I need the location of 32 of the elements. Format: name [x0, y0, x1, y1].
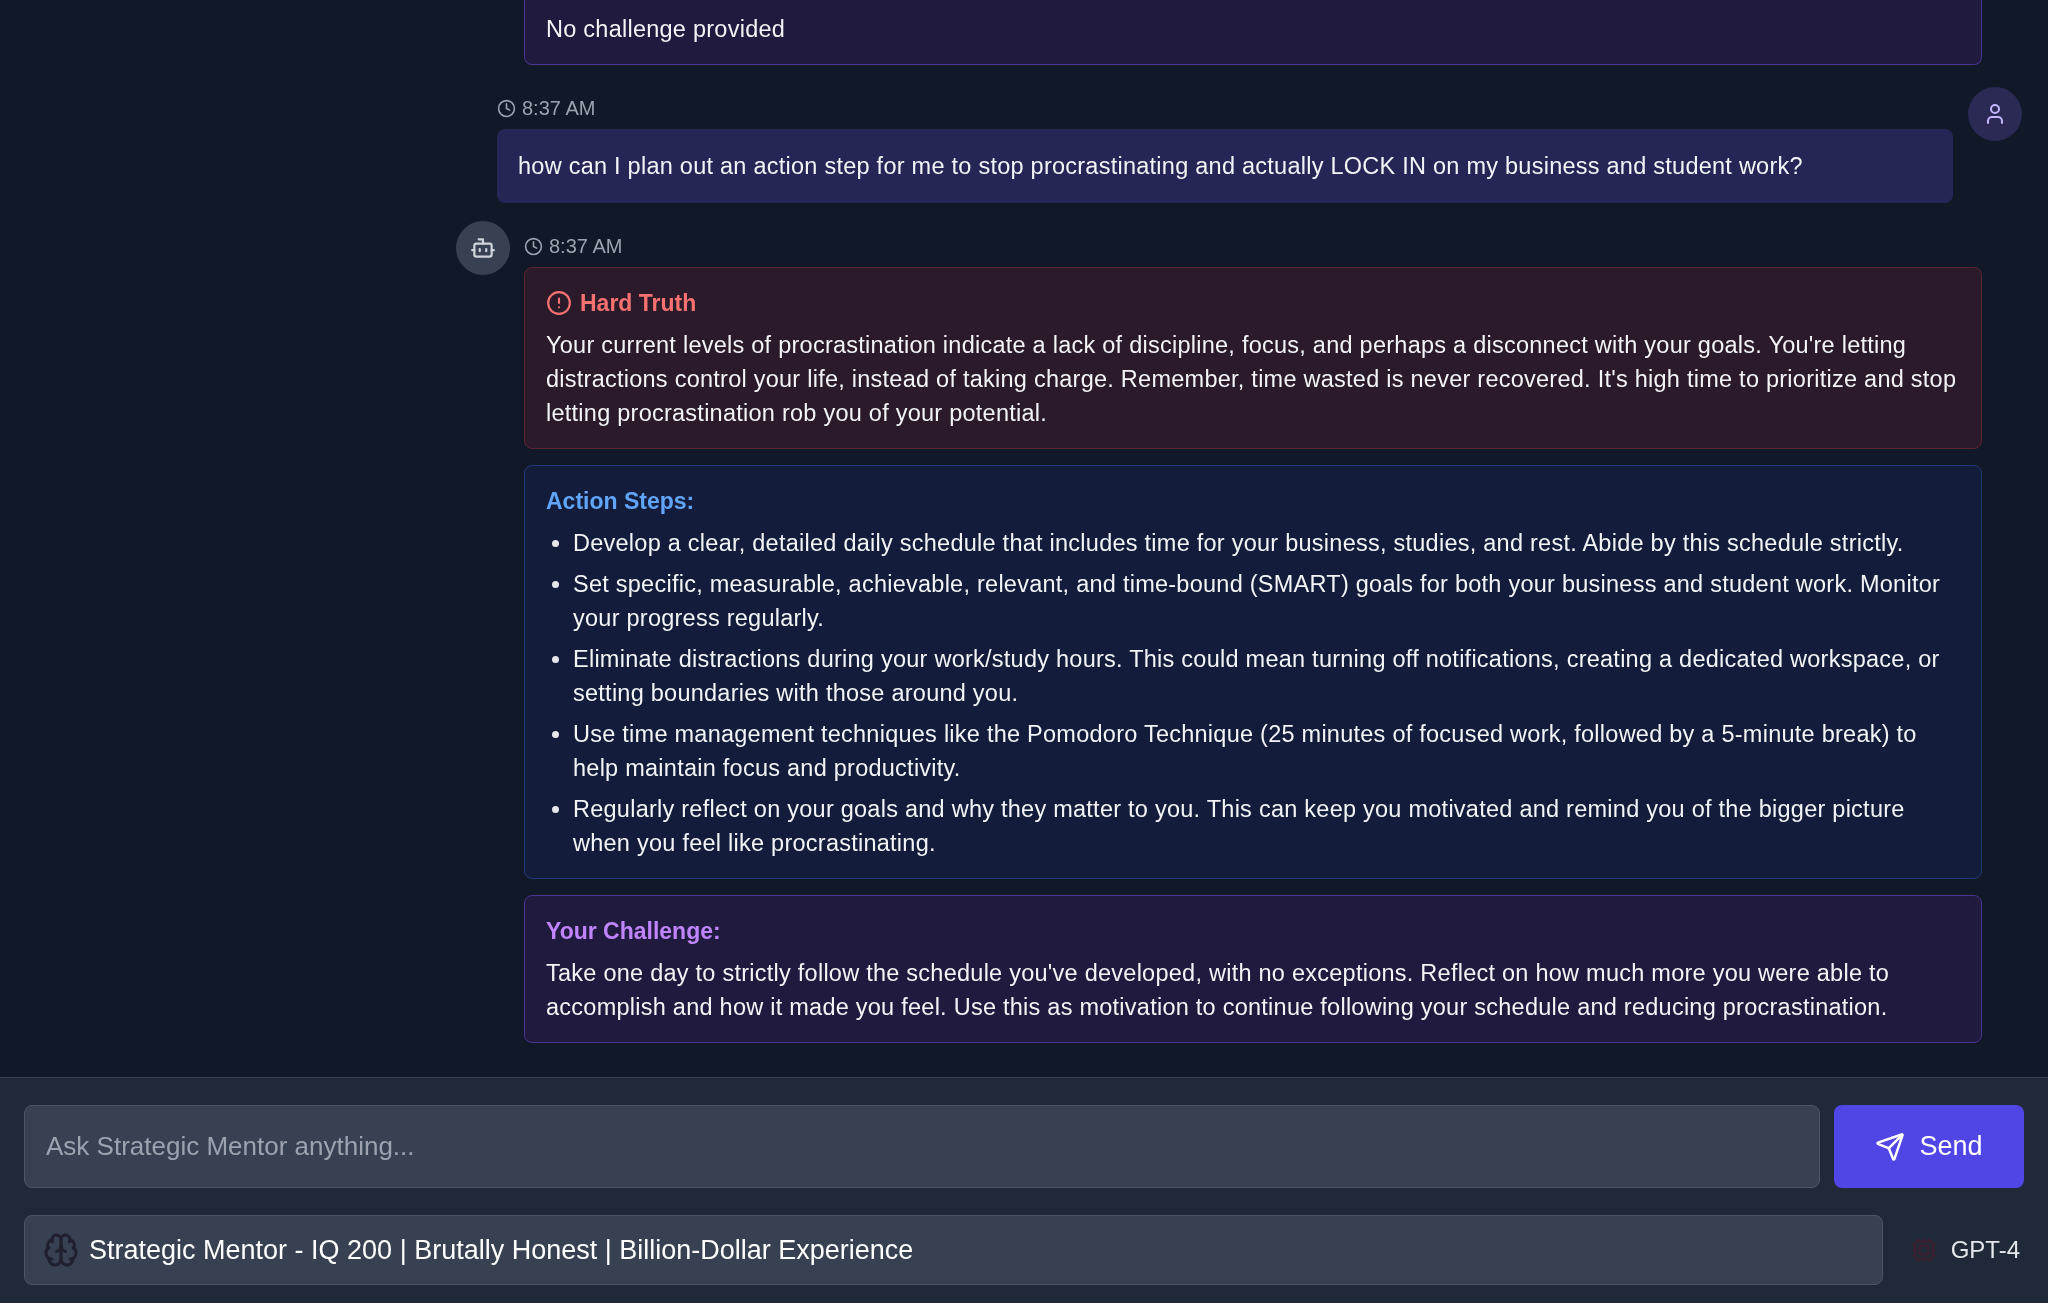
send-icon	[1875, 1131, 1906, 1162]
section-title: Action Steps:	[546, 487, 695, 516]
action-step: Eliminate distractions during your work/study hours. This could mean turning off notifications, creating a dedicated workspace, or setting boundaries with those around you.	[573, 642, 1960, 710]
message-time: 8:37 AM	[522, 96, 596, 121]
chip-icon	[1910, 1237, 1937, 1263]
send-button[interactable]: Send	[1834, 1105, 2024, 1188]
action-step: Use time management techniques like the Pomodoro Technique (25 minutes of focused work, followed by a 5-minute break) to help maintain focus and productivity.	[573, 717, 1960, 785]
alert-icon	[546, 290, 572, 316]
bot-avatar	[456, 221, 510, 275]
brain-icon	[43, 1232, 79, 1268]
bullet-icon	[552, 731, 559, 738]
mentor-selector[interactable]: Strategic Mentor - IQ 200 | Brutally Honest | Billion-Dollar Experience	[24, 1215, 1883, 1285]
message-input[interactable]: Ask Strategic Mentor anything...	[24, 1105, 1820, 1188]
action-step: Regularly reflect on your goals and why they matter to you. This can keep you motivated and remind you of the bigger picture when you feel like procrastinating.	[573, 792, 1960, 860]
section-title: Hard Truth	[580, 289, 697, 318]
section-text: Your current levels of procrastination indicate a lack of discipline, focus, and perhaps a disconnect with your goals. You're letting distractions control your life, instead of taking charge. Remember, time wasted is never recovered. It's high time to prioritize and stop letting procrastination rob you of your potential.	[546, 331, 1958, 428]
user-avatar	[1968, 87, 2022, 141]
mentor-name: Strategic Mentor - IQ 200 | Brutally Honest | Billion-Dollar Experience	[89, 1233, 914, 1267]
bullet-icon	[552, 540, 559, 547]
bullet-icon	[552, 656, 559, 663]
clock-icon	[497, 98, 516, 118]
bullet-icon	[552, 806, 559, 813]
section-title: Your Challenge:	[546, 917, 721, 946]
user-message: how can I plan out an action step for me to stop procrastinating and actually LOCK IN on my business and student work?	[497, 129, 1953, 203]
section-text: Take one day to strictly follow the schedule you've developed, with no exceptions. Reflect on how much more you were able to accomplish and how it made you feel. Use this as motivation to continue following your schedule and reducing procrastination.	[546, 959, 1891, 1022]
action-step: Develop a clear, detailed daily schedule that includes time for your business, studies, and rest. Abide by this schedule strictly.	[573, 526, 1904, 560]
bullet-icon	[552, 581, 559, 588]
section-text: No challenge provided	[546, 15, 787, 44]
message-time: 8:37 AM	[549, 234, 623, 259]
model-label: GPT-4	[1950, 1235, 2020, 1265]
clock-icon	[524, 236, 543, 256]
action-step: Set specific, measurable, achievable, relevant, and time-bound (SMART) goals for both your business and student work. Monitor your progress regularly.	[573, 567, 1960, 635]
